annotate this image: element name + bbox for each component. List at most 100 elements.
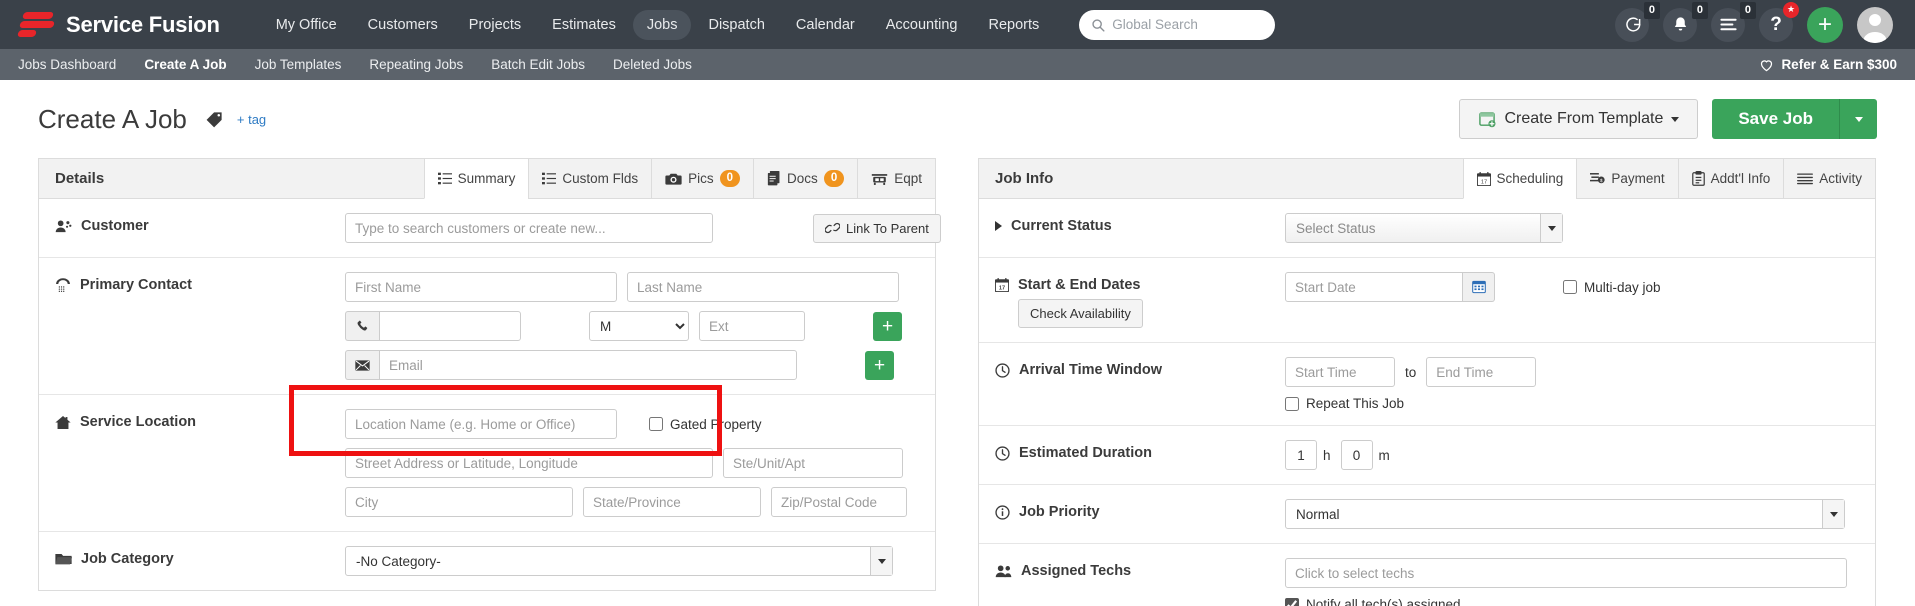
multi-day-checkbox[interactable] [1563, 280, 1577, 294]
gated-property-checkbox[interactable] [649, 417, 663, 431]
details-panel-header: Details Summary [39, 159, 935, 199]
user-avatar[interactable] [1857, 7, 1893, 43]
status-select-caret[interactable] [1540, 214, 1562, 242]
tab-pics-label: Pics [688, 171, 714, 186]
subnav-item-job-templates[interactable]: Job Templates [241, 57, 356, 72]
assigned-techs-input[interactable] [1285, 558, 1847, 588]
nav-item-dispatch[interactable]: Dispatch [694, 10, 778, 40]
nav-item-calendar[interactable]: Calendar [782, 10, 869, 40]
customer-search-input[interactable] [345, 213, 713, 243]
start-date-input[interactable] [1285, 272, 1463, 302]
subnav-item-create-a-job[interactable]: Create A Job [130, 57, 240, 72]
customer-label-group: Customer [55, 213, 345, 234]
tag-icon[interactable] [205, 110, 224, 129]
repeat-job-checkbox[interactable] [1285, 397, 1299, 411]
tab-custom-flds[interactable]: Custom Flds [528, 159, 651, 198]
help-icon-button[interactable]: ? ★ [1759, 8, 1793, 42]
quick-add-button[interactable]: + [1807, 7, 1843, 43]
location-name-input[interactable] [345, 409, 617, 439]
tag-glyph [205, 110, 224, 129]
equipment-icon [871, 172, 888, 186]
add-tag-link[interactable]: + tag [237, 112, 266, 127]
details-panel-title: Details [39, 159, 424, 198]
email-input[interactable] [379, 350, 797, 380]
phone-input[interactable] [379, 311, 521, 341]
customer-icon [55, 219, 72, 234]
assigned-techs-label-group: Assigned Techs [995, 558, 1285, 579]
save-job-button[interactable]: Save Job [1712, 99, 1839, 139]
status-select[interactable]: Select Status [1285, 213, 1563, 243]
job-category-caret[interactable] [870, 547, 892, 575]
service-location-label: Service Location [80, 414, 196, 430]
phone-ext-input[interactable] [699, 311, 805, 341]
chevron-down-icon [1548, 226, 1556, 231]
nav-item-jobs[interactable]: Jobs [633, 10, 692, 40]
multi-day-checkbox-group[interactable]: Multi-day job [1563, 280, 1661, 295]
nav-item-reports[interactable]: Reports [975, 10, 1054, 40]
phone-type-select[interactable]: M [589, 311, 689, 341]
nav-item-accounting[interactable]: Accounting [872, 10, 972, 40]
create-from-template-button[interactable]: Create From Template [1459, 99, 1698, 139]
repeat-job-checkbox-group[interactable]: Repeat This Job [1285, 396, 1404, 411]
chevron-down-icon [1830, 512, 1838, 517]
subnav-item-repeating-jobs[interactable]: Repeating Jobs [355, 57, 477, 72]
search-input[interactable] [1112, 17, 1263, 32]
arrival-start-time-input[interactable] [1285, 357, 1395, 387]
estimated-duration-fields: h m [1285, 440, 1859, 470]
add-phone-button[interactable]: + [873, 312, 902, 341]
tab-pics[interactable]: Pics 0 [651, 159, 753, 198]
nav-item-estimates[interactable]: Estimates [538, 10, 630, 40]
notify-techs-checkbox[interactable] [1285, 598, 1299, 606]
folder-icon [55, 552, 72, 566]
start-end-dates-fields: Multi-day job [1285, 272, 1859, 302]
brand-logo-area[interactable]: Service Fusion [18, 10, 220, 40]
street-address-input[interactable] [345, 448, 713, 478]
gated-property-checkbox-group[interactable]: Gated Property [649, 417, 762, 432]
job-priority-select[interactable]: Normal [1285, 499, 1845, 529]
tab-eqpt[interactable]: Eqpt [857, 159, 935, 198]
start-date-picker-button[interactable] [1463, 272, 1495, 302]
chat-icon-button[interactable]: 0 [1615, 8, 1649, 42]
duration-hours-input[interactable] [1285, 440, 1317, 470]
subnav-item-jobs-dashboard[interactable]: Jobs Dashboard [18, 57, 130, 72]
nav-item-customers[interactable]: Customers [354, 10, 452, 40]
notify-techs-checkbox-group[interactable]: Notify all tech(s) assigned [1285, 597, 1859, 606]
job-category-select[interactable]: -No Category- [345, 546, 893, 576]
refer-and-earn-link[interactable]: Refer & Earn $300 [1759, 57, 1897, 72]
first-name-input[interactable] [345, 272, 617, 302]
add-email-button[interactable]: + [865, 351, 894, 380]
assigned-techs-label: Assigned Techs [1021, 563, 1131, 579]
main-content: Details Summary [0, 158, 1915, 606]
subnav-item-batch-edit-jobs[interactable]: Batch Edit Jobs [477, 57, 599, 72]
global-search-box[interactable] [1079, 10, 1275, 40]
check-availability-button[interactable]: Check Availability [1018, 299, 1143, 328]
nav-item-projects[interactable]: Projects [455, 10, 535, 40]
job-priority-caret[interactable] [1822, 500, 1844, 528]
expand-triangle-icon[interactable] [995, 221, 1002, 231]
job-category-label-group: Job Category [55, 546, 345, 567]
contact-icon [55, 278, 71, 293]
gated-property-label: Gated Property [670, 417, 762, 432]
subnav-item-deleted-jobs[interactable]: Deleted Jobs [599, 57, 706, 72]
nav-item-my-office[interactable]: My Office [262, 10, 351, 40]
tab-summary[interactable]: Summary [424, 159, 529, 199]
state-province-input[interactable] [583, 487, 761, 517]
tab-addtl-info[interactable]: Addt'l Info [1678, 159, 1784, 198]
tab-docs[interactable]: Docs 0 [753, 159, 857, 198]
unit-apt-input[interactable] [723, 448, 903, 478]
duration-minutes-input[interactable] [1341, 440, 1373, 470]
arrival-end-time-input[interactable] [1426, 357, 1536, 387]
zip-postal-input[interactable] [771, 487, 907, 517]
status-select-value: Select Status [1296, 221, 1376, 236]
docs-count-badge: 0 [824, 170, 844, 187]
tab-payment[interactable]: $ Payment [1576, 159, 1677, 198]
save-job-dropdown-button[interactable] [1839, 99, 1877, 139]
last-name-input[interactable] [627, 272, 899, 302]
city-input[interactable] [345, 487, 573, 517]
link-to-parent-button[interactable]: Link To Parent [813, 214, 941, 243]
tab-scheduling[interactable]: 17 Scheduling [1463, 159, 1577, 199]
tab-activity[interactable]: Activity [1783, 159, 1875, 198]
notifications-icon-button[interactable]: 0 [1663, 8, 1697, 42]
tasks-menu-icon-button[interactable]: 0 [1711, 8, 1745, 42]
main-content-wrapper: Details Summary [0, 158, 1915, 606]
